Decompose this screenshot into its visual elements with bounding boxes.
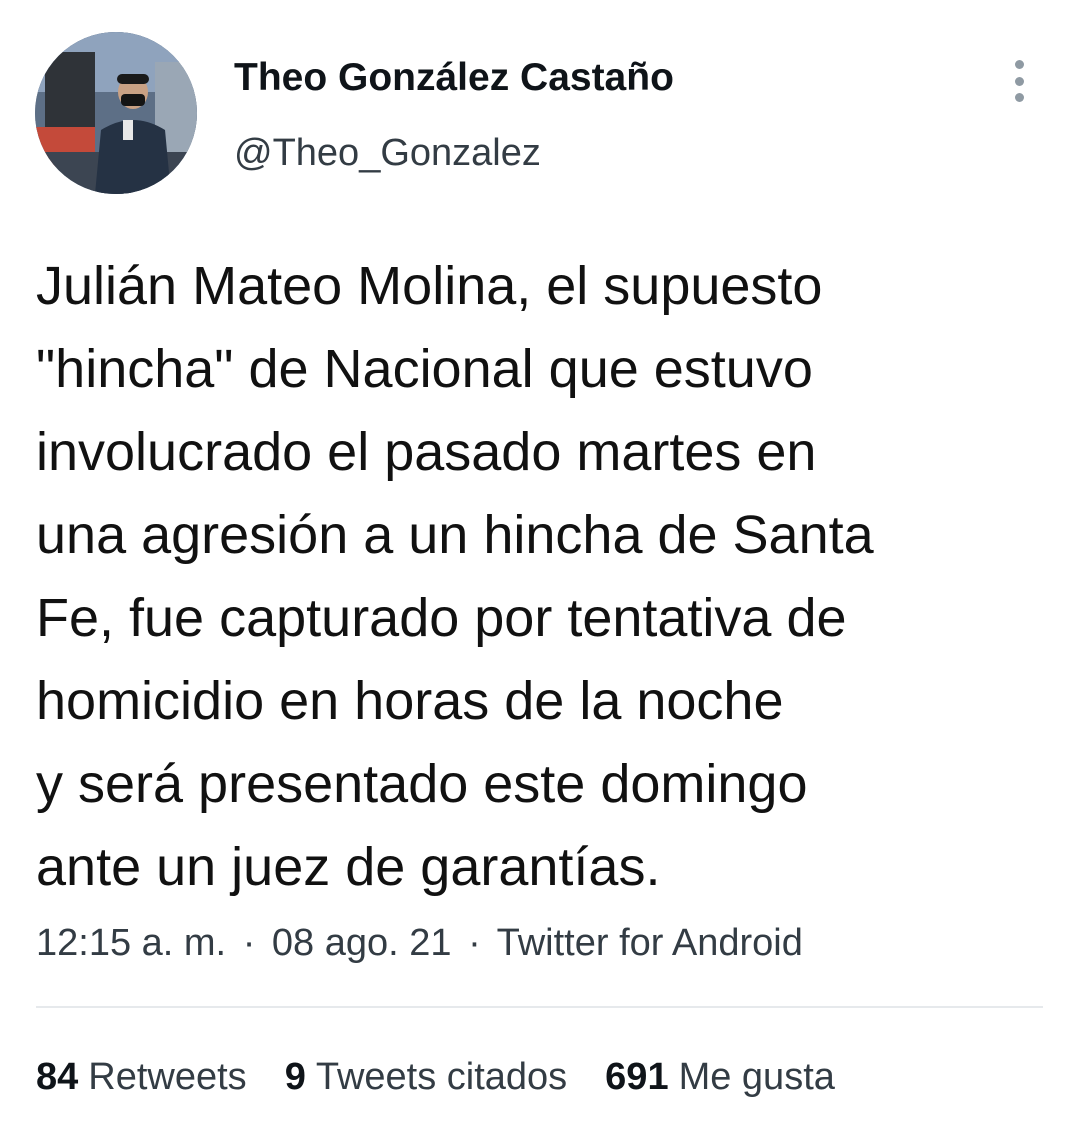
tweet-text-line: una agresión a un hincha de Santa bbox=[36, 505, 874, 565]
retweets-count: 84 bbox=[36, 1056, 79, 1098]
tweet-text-line: Julián Mateo Molina, el supuesto bbox=[36, 256, 823, 316]
quote-tweets-label: Tweets citados bbox=[315, 1056, 568, 1098]
avatar-photo bbox=[35, 32, 197, 194]
likes-stat[interactable]: 691 Me gusta bbox=[605, 1050, 835, 1104]
tweet-date[interactable]: 08 ago. 21 bbox=[272, 922, 452, 964]
vertical-ellipsis-icon bbox=[1014, 93, 1024, 102]
tweet-text-line: "hincha" de Nacional que estuvo bbox=[36, 339, 813, 399]
tweet-metadata: 12:15 a. m. · 08 ago. 21 · Twitter for A… bbox=[36, 915, 803, 971]
avatar[interactable] bbox=[35, 32, 197, 194]
tweet-text-line: involucrado el pasado martes en bbox=[36, 422, 817, 482]
retweets-label: Retweets bbox=[88, 1056, 247, 1098]
tweet-time[interactable]: 12:15 a. m. bbox=[36, 922, 226, 964]
meta-separator: · bbox=[468, 922, 481, 964]
engagement-stats: 84 Retweets 9 Tweets citados 691 Me gusta bbox=[36, 1050, 873, 1104]
tweet-text-line: homicidio en horas de la noche bbox=[36, 671, 784, 731]
tweet-card: Theo González Castaño @Theo_Gonzalez Jul… bbox=[0, 0, 1079, 1138]
quote-tweets-count: 9 bbox=[284, 1056, 306, 1098]
likes-label: Me gusta bbox=[678, 1056, 835, 1098]
display-name[interactable]: Theo González Castaño bbox=[234, 52, 674, 104]
quote-tweets-stat[interactable]: 9 Tweets citados bbox=[285, 1050, 567, 1104]
more-options-button[interactable] bbox=[1001, 56, 1037, 106]
tweet-text-line: y será presentado este domingo bbox=[36, 754, 808, 814]
tweet-text-line: ante un juez de garantías. bbox=[36, 837, 661, 897]
vertical-ellipsis-icon bbox=[1014, 60, 1024, 69]
retweets-stat[interactable]: 84 Retweets bbox=[36, 1050, 247, 1104]
tweet-text: Julián Mateo Molina, el supuesto "hincha… bbox=[36, 245, 1066, 909]
meta-separator: · bbox=[242, 922, 256, 964]
tweet-text-line: Fe, fue capturado por tentativa de bbox=[36, 588, 847, 648]
likes-count: 691 bbox=[605, 1056, 669, 1098]
user-handle[interactable]: @Theo_Gonzalez bbox=[234, 127, 541, 179]
vertical-ellipsis-icon bbox=[1014, 76, 1024, 86]
tweet-source[interactable]: Twitter for Android bbox=[497, 922, 803, 964]
divider bbox=[36, 1006, 1043, 1008]
